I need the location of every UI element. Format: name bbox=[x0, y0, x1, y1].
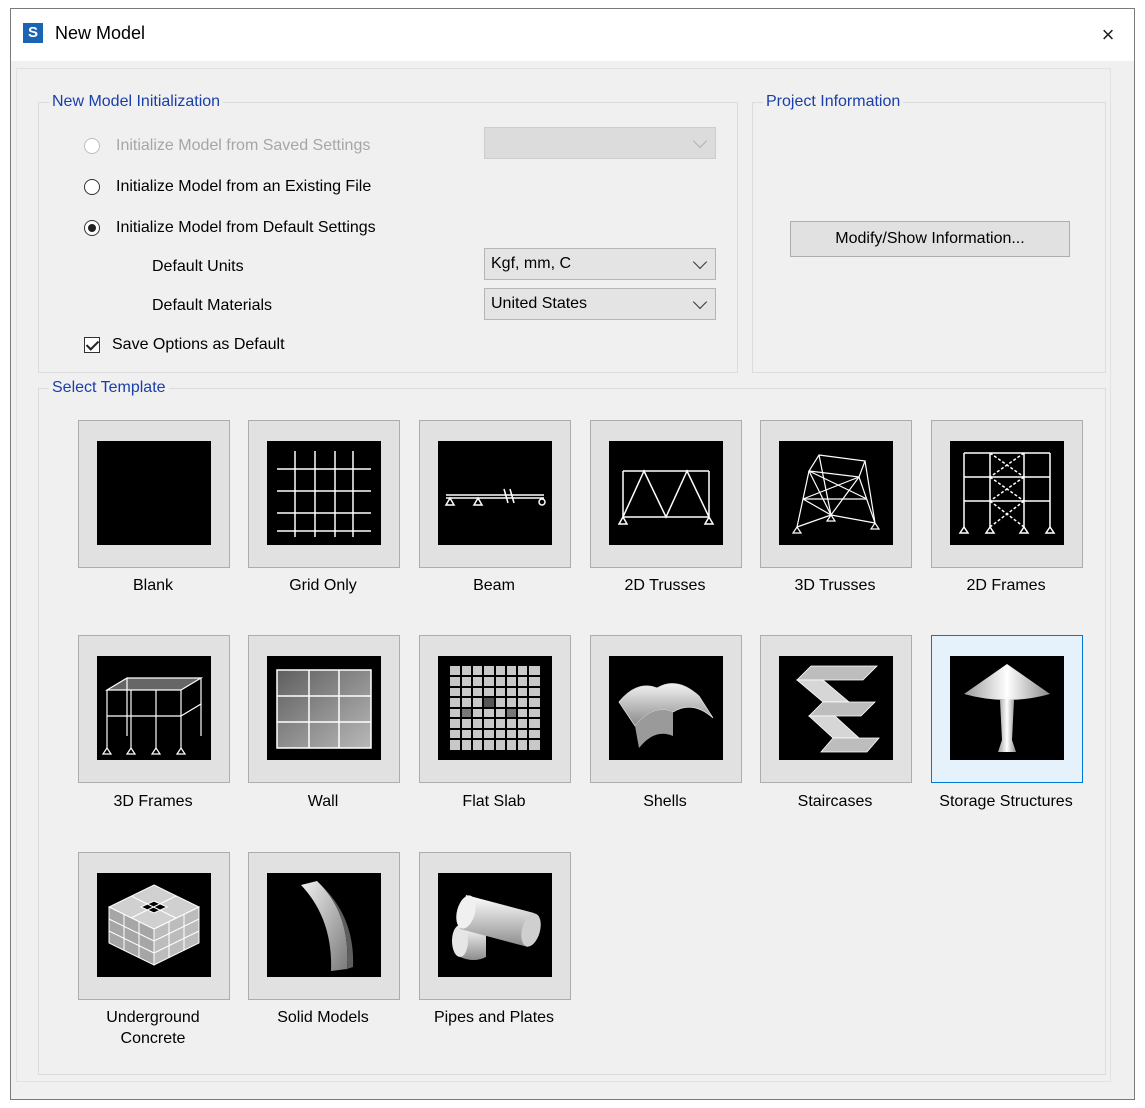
frame-2d-icon bbox=[950, 441, 1064, 545]
template-underground-concrete-label: Underground Concrete bbox=[106, 1009, 200, 1047]
solid-model-icon bbox=[267, 873, 381, 977]
radio-existing-file[interactable] bbox=[84, 179, 100, 195]
default-units-label: Default Units bbox=[152, 258, 244, 275]
radio-default-settings[interactable] bbox=[84, 220, 100, 236]
template-wall-label: Wall bbox=[307, 793, 339, 810]
template-grid-only-label: Grid Only bbox=[289, 577, 357, 594]
template-2d-trusses-label: 2D Trusses bbox=[624, 577, 706, 594]
template-storage-structures[interactable] bbox=[931, 635, 1083, 783]
template-solid-models-label: Solid Models bbox=[277, 1009, 369, 1026]
wall-icon bbox=[267, 656, 381, 760]
template-underground-concrete[interactable] bbox=[78, 852, 230, 1000]
template-3d-trusses[interactable] bbox=[760, 420, 912, 568]
default-materials-dropdown[interactable]: United States bbox=[484, 288, 716, 320]
chevron-down-icon bbox=[692, 294, 708, 310]
underground-concrete-icon bbox=[97, 873, 211, 977]
template-3d-trusses-label: 3D Trusses bbox=[794, 577, 876, 594]
template-beam[interactable] bbox=[419, 420, 571, 568]
chevron-down-icon bbox=[692, 254, 708, 270]
storage-structure-icon bbox=[950, 656, 1064, 760]
template-3d-frames[interactable] bbox=[78, 635, 230, 783]
default-materials-label: Default Materials bbox=[152, 297, 273, 314]
template-pipes-and-plates-label: Pipes and Plates bbox=[433, 1009, 555, 1026]
template-flat-slab[interactable] bbox=[419, 635, 571, 783]
template-solid-models[interactable] bbox=[248, 852, 400, 1000]
saved-settings-dropdown[interactable] bbox=[484, 127, 716, 159]
template-2d-trusses[interactable] bbox=[590, 420, 742, 568]
radio-default-settings-label: Initialize Model from Default Settings bbox=[116, 219, 376, 236]
beam-icon bbox=[438, 441, 552, 545]
save-default-label: Save Options as Default bbox=[112, 336, 285, 353]
window-title: New Model bbox=[55, 23, 146, 43]
pipe-icon bbox=[438, 873, 552, 977]
radio-selected-dot bbox=[88, 224, 96, 232]
close-icon: × bbox=[1101, 22, 1115, 47]
select-template-legend: Select Template bbox=[52, 379, 166, 396]
truss-3d-icon bbox=[779, 441, 893, 545]
flat-slab-icon bbox=[438, 656, 552, 760]
modify-show-information-button[interactable]: Modify/Show Information... bbox=[790, 221, 1070, 257]
save-default-checkbox[interactable] bbox=[84, 337, 100, 353]
template-storage-structures-label: Storage Structures bbox=[939, 793, 1073, 810]
template-blank-label: Blank bbox=[132, 577, 174, 594]
blank-icon bbox=[97, 441, 211, 545]
checkmark-icon bbox=[85, 337, 100, 351]
template-flat-slab-label: Flat Slab bbox=[462, 793, 526, 810]
default-units-value: Kgf, mm, C bbox=[491, 255, 572, 272]
template-staircases[interactable] bbox=[760, 635, 912, 783]
template-shells[interactable] bbox=[590, 635, 742, 783]
staircase-icon bbox=[779, 656, 893, 760]
template-blank[interactable] bbox=[78, 420, 230, 568]
title-bar[interactable]: S New Model × bbox=[11, 9, 1134, 61]
template-pipes-and-plates[interactable] bbox=[419, 852, 571, 1000]
default-materials-value: United States bbox=[491, 295, 588, 312]
template-beam-label: Beam bbox=[473, 577, 515, 594]
radio-saved-settings-label: Initialize Model from Saved Settings bbox=[116, 137, 371, 154]
template-3d-frames-label: 3D Frames bbox=[113, 793, 193, 810]
default-units-dropdown[interactable]: Kgf, mm, C bbox=[484, 248, 716, 280]
radio-saved-settings[interactable] bbox=[84, 138, 100, 154]
template-shells-label: Shells bbox=[643, 793, 687, 810]
template-grid-only[interactable] bbox=[248, 420, 400, 568]
app-logo-icon: S bbox=[23, 23, 43, 43]
template-2d-frames-label: 2D Frames bbox=[966, 577, 1046, 594]
grid-icon bbox=[267, 441, 381, 545]
close-button[interactable]: × bbox=[1090, 17, 1126, 53]
chevron-down-icon bbox=[692, 133, 708, 149]
template-wall[interactable] bbox=[248, 635, 400, 783]
template-2d-frames[interactable] bbox=[931, 420, 1083, 568]
radio-existing-file-label: Initialize Model from an Existing File bbox=[116, 178, 372, 195]
truss-2d-icon bbox=[609, 441, 723, 545]
frame-3d-icon bbox=[97, 656, 211, 760]
model-initialization-legend: New Model Initialization bbox=[52, 93, 221, 110]
project-information-legend: Project Information bbox=[766, 93, 901, 110]
shells-icon bbox=[609, 656, 723, 760]
template-staircases-label: Staircases bbox=[797, 793, 873, 810]
